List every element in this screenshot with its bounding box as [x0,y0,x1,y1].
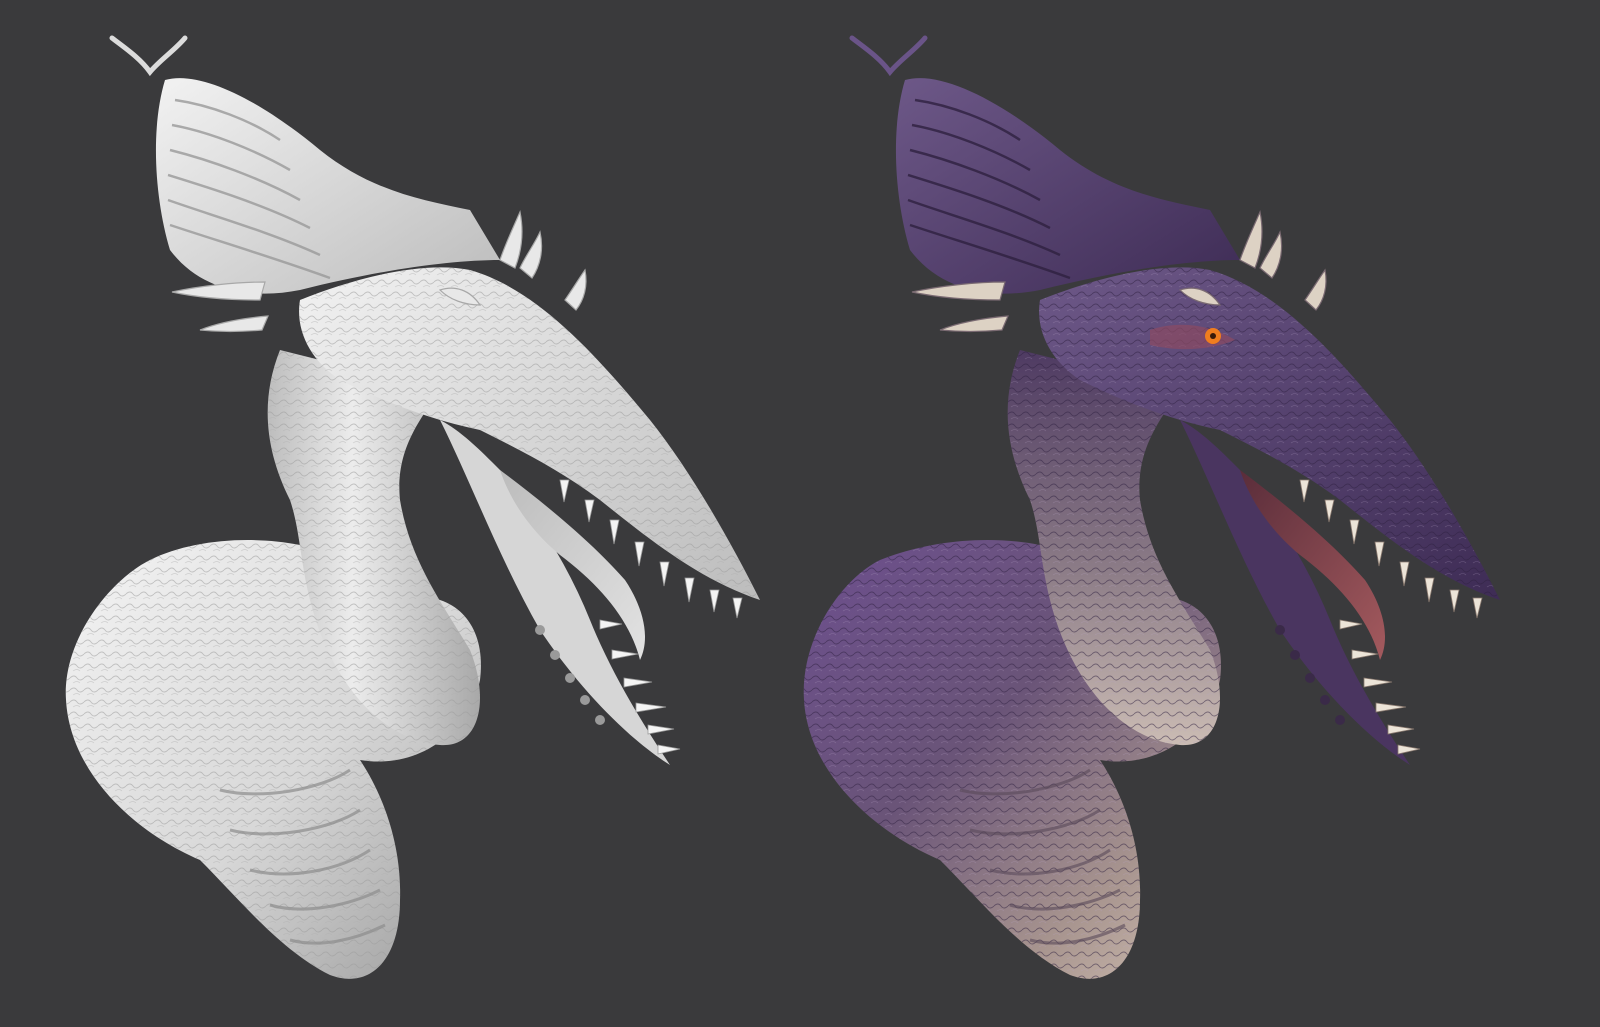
render-scene [0,0,1600,1027]
viewport [0,0,1600,1027]
